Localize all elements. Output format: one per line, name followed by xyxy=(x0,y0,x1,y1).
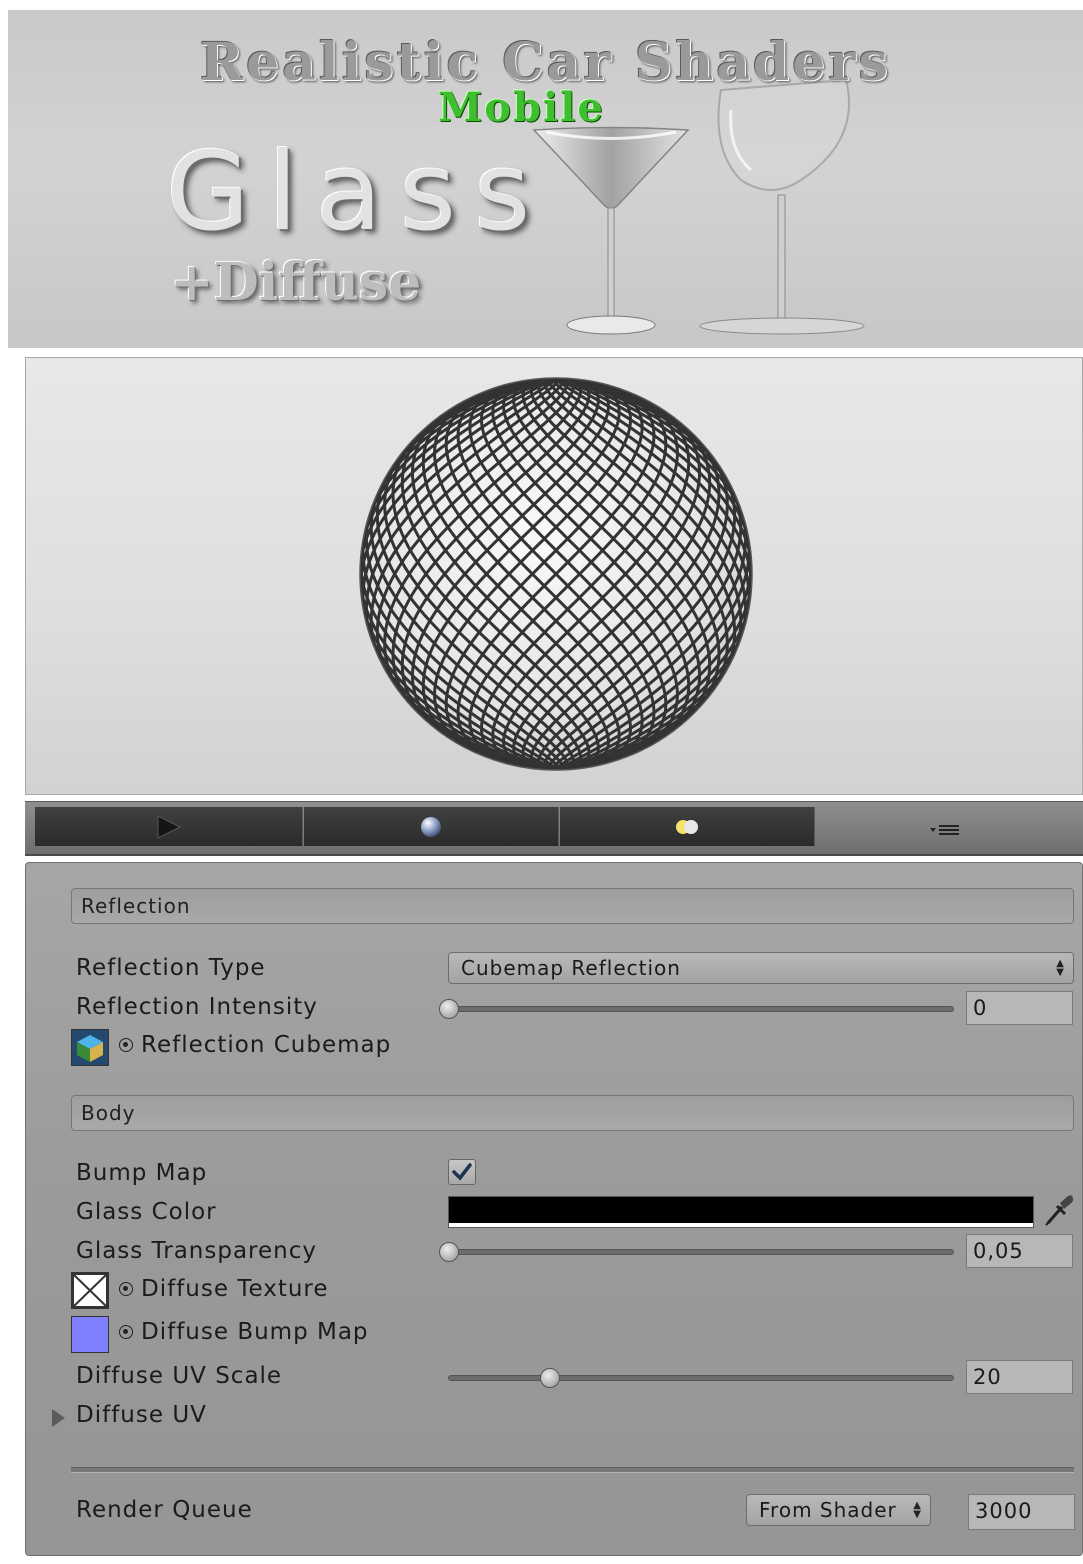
object-picker-icon[interactable] xyxy=(119,1038,133,1052)
object-picker-icon[interactable] xyxy=(119,1282,133,1296)
diffuse-uv-scale-field[interactable]: 20 xyxy=(966,1360,1073,1394)
dropdown-arrows-icon: ▲ ▼ xyxy=(1056,957,1065,978)
preview-toolbar xyxy=(25,801,1083,856)
diffuse-texture-label: Diffuse Texture xyxy=(141,1276,329,1302)
diffuse-uv-scale-thumb[interactable] xyxy=(539,1368,560,1388)
diffuse-texture-thumbnail[interactable] xyxy=(71,1272,109,1309)
reflection-intensity-thumb[interactable] xyxy=(439,999,459,1019)
empty-texture-icon xyxy=(72,1273,108,1308)
wine-glasses-illustration xyxy=(532,78,865,335)
diffuse-texture-slot[interactable]: Diffuse Texture xyxy=(119,1276,329,1302)
diffuse-bump-slot[interactable]: Diffuse Bump Map xyxy=(119,1319,369,1345)
dropdown-arrows-icon: ▲ ▼ xyxy=(913,1499,922,1520)
render-queue-mode: From Shader xyxy=(759,1498,897,1522)
render-queue-label: Render Queue xyxy=(76,1497,253,1523)
preview-light-button[interactable] xyxy=(560,807,815,846)
diffuse-uv-foldout[interactable]: Diffuse UV xyxy=(76,1402,207,1428)
eyedropper-icon[interactable] xyxy=(1040,1193,1076,1229)
body-section-header[interactable]: Body xyxy=(71,1095,1074,1131)
reflection-intensity-slider[interactable] xyxy=(439,999,954,1019)
object-picker-icon[interactable] xyxy=(119,1325,133,1339)
reflection-cubemap-thumbnail[interactable] xyxy=(71,1029,109,1066)
bump-map-label: Bump Map xyxy=(76,1160,208,1186)
reflection-cubemap-slot[interactable]: Reflection Cubemap xyxy=(119,1032,391,1058)
bump-map-checkbox[interactable] xyxy=(448,1159,476,1185)
material-preview[interactable] xyxy=(25,357,1083,795)
menu-icon xyxy=(930,825,959,835)
glass-transparency-thumb[interactable] xyxy=(439,1242,459,1262)
light-icon xyxy=(676,819,698,834)
glass-transparency-label: Glass Transparency xyxy=(76,1238,317,1264)
diffuse-bump-thumbnail[interactable] xyxy=(71,1316,109,1353)
diffuse-bump-label: Diffuse Bump Map xyxy=(141,1319,369,1345)
product-banner: Realistic Car Shaders Mobile Glass +Diff… xyxy=(8,10,1083,348)
preview-shape-button[interactable] xyxy=(304,807,559,846)
cubemap-icon xyxy=(72,1030,108,1065)
play-icon xyxy=(157,814,181,839)
reflection-section-header[interactable]: Reflection xyxy=(71,888,1074,924)
sphere-icon xyxy=(421,816,441,837)
material-inspector: Reflection Reflection Type Cubemap Refle… xyxy=(25,862,1083,1556)
glass-transparency-slider[interactable] xyxy=(439,1242,954,1262)
reflection-intensity-label: Reflection Intensity xyxy=(76,994,318,1020)
preview-settings-button[interactable] xyxy=(925,816,965,844)
diffuse-uv-scale-slider[interactable] xyxy=(448,1368,954,1388)
reflection-cubemap-label: Reflection Cubemap xyxy=(141,1032,392,1058)
banner-product-name: Glass xyxy=(166,130,549,255)
reflection-type-label: Reflection Type xyxy=(76,955,266,981)
reflection-intensity-field[interactable]: 0 xyxy=(966,991,1073,1025)
preview-sphere xyxy=(359,377,753,771)
diffuse-uv-scale-label: Diffuse UV Scale xyxy=(76,1363,283,1389)
checkmark-icon xyxy=(452,1163,472,1181)
glass-color-label: Glass Color xyxy=(76,1199,217,1225)
section-divider xyxy=(71,1467,1074,1473)
reflection-type-value: Cubemap Reflection xyxy=(461,956,681,980)
glass-color-swatch xyxy=(449,1197,1033,1223)
glass-color-field[interactable] xyxy=(448,1196,1034,1228)
play-button[interactable] xyxy=(35,807,303,846)
glass-transparency-field[interactable]: 0,05 xyxy=(966,1234,1073,1268)
reflection-type-dropdown[interactable]: Cubemap Reflection ▲ ▼ xyxy=(448,952,1074,984)
render-queue-field[interactable]: 3000 xyxy=(968,1494,1075,1530)
render-queue-dropdown[interactable]: From Shader ▲ ▼ xyxy=(746,1494,931,1526)
banner-variant: +Diffuse xyxy=(170,252,422,313)
foldout-arrow-icon[interactable] xyxy=(52,1409,65,1427)
